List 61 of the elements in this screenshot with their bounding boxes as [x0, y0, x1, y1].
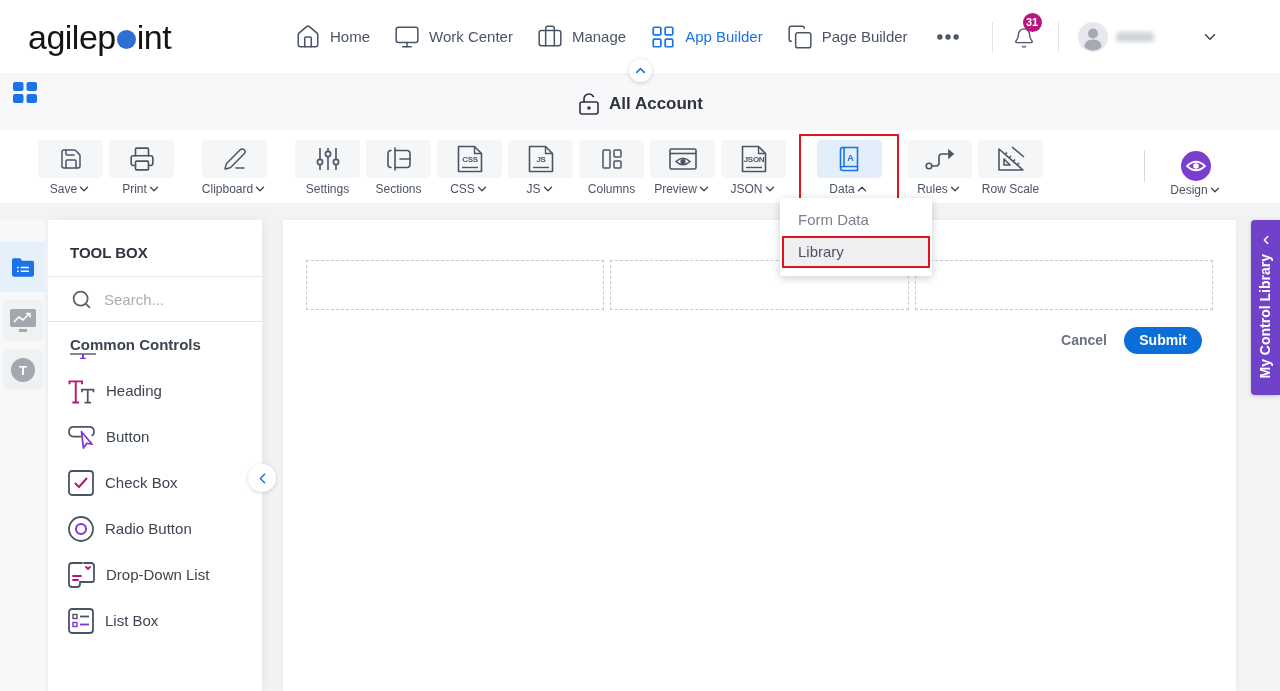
sliders-icon: [314, 147, 341, 171]
toolbox-item[interactable]: Button: [48, 414, 150, 460]
letter-circle-label: T: [18, 362, 27, 377]
home-icon: [295, 24, 321, 50]
save-icon: [58, 147, 83, 171]
nav-tab[interactable]: Manage: [536, 24, 627, 50]
submit-button[interactable]: Submit: [1124, 327, 1202, 354]
browser-eye-icon: [668, 148, 697, 170]
section-heading: Common Controls: [70, 336, 202, 354]
menu-item[interactable]: Library: [782, 236, 930, 268]
chart-monitor-icon: [9, 308, 36, 333]
printer-icon: [128, 146, 155, 172]
collapse-toolbox-button[interactable]: [248, 464, 276, 492]
file-icon-label: CSS: [461, 155, 478, 164]
checkbox-icon: [68, 470, 94, 496]
toolbox-item[interactable]: Drop-Down List: [48, 552, 210, 598]
cancel-button[interactable]: Cancel: [1061, 330, 1107, 351]
nav-tab[interactable]: App Builder: [650, 24, 763, 50]
unlocked-padlock-icon: [577, 91, 602, 116]
nav-tab[interactable]: Home: [295, 24, 370, 50]
nav-tab[interactable]: Page Builder: [786, 24, 908, 50]
page-title: All Account: [609, 92, 703, 115]
copy-icon: [786, 24, 813, 50]
list-box-icon: [68, 608, 94, 634]
monitor-icon: [394, 24, 420, 50]
ruler-triangle-icon: [996, 146, 1025, 172]
route-arrow-icon: [924, 147, 955, 171]
logo-text: agilep: [28, 20, 116, 54]
file-icon-label: JSON: [743, 155, 764, 164]
blurred-text: [1115, 32, 1154, 42]
notification-badge: 31: [1022, 13, 1042, 32]
eye-icon: [1181, 151, 1211, 181]
nav-tab[interactable]: Work Center: [394, 24, 513, 50]
grid-icon: [650, 24, 677, 50]
pen-icon: [222, 147, 247, 171]
heading-icon: [68, 378, 95, 404]
search-field[interactable]: Search...: [104, 287, 244, 311]
avatar-icon[interactable]: [1077, 22, 1108, 52]
cut-off-icon: [70, 353, 96, 359]
radio-icon: [68, 516, 94, 542]
dropdown-list-icon: [68, 562, 95, 588]
sections-icon: [385, 147, 412, 171]
design-mode-button[interactable]: Design: [1170, 140, 1222, 198]
toolbox-item[interactable]: Check Box: [48, 460, 178, 506]
columns-layout-icon: [599, 147, 624, 171]
apps-grid-icon[interactable]: [13, 82, 37, 103]
toolbox-item[interactable]: Radio Button: [48, 506, 192, 552]
side-panel-tab[interactable]: My Control Library: [1251, 220, 1280, 395]
logo-dot-icon: [116, 30, 136, 49]
notifications-button[interactable]: 31: [1012, 13, 1042, 49]
rail-tab[interactable]: [2, 300, 43, 341]
book-icon-label: A: [847, 153, 854, 163]
toolbox-item[interactable]: Heading: [48, 368, 162, 414]
file-icon-label: JS: [535, 155, 546, 164]
cursor-button-icon: [68, 424, 95, 450]
bell-icon: [1012, 27, 1035, 49]
logo-text: int: [136, 20, 172, 54]
search-icon: [71, 288, 92, 310]
toolbox-item[interactable]: List Box: [48, 598, 159, 644]
toolbox-title: TOOL BOX: [70, 244, 149, 262]
folder-list-icon: [11, 257, 34, 277]
